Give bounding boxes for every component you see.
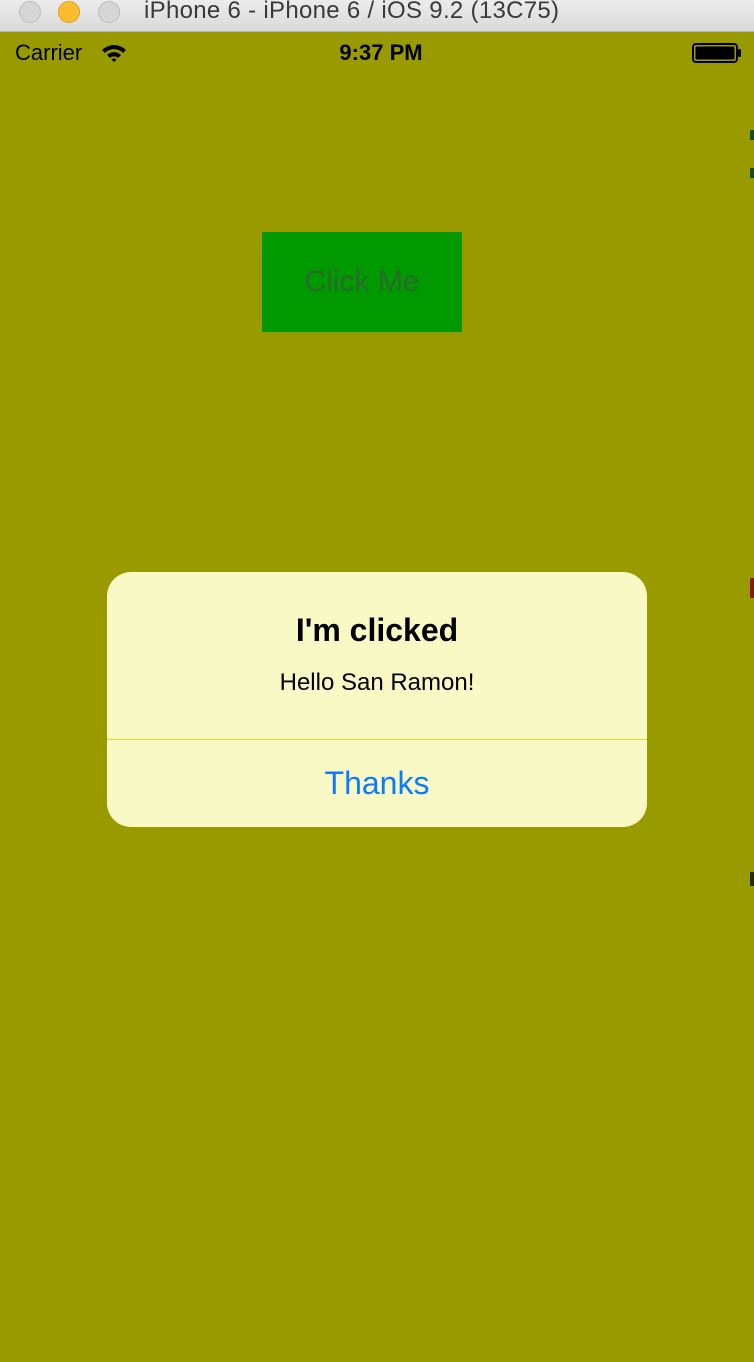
battery-icon <box>692 43 741 63</box>
thanks-button[interactable]: Thanks <box>107 740 647 827</box>
window-title: iPhone 6 - iPhone 6 / iOS 9.2 (13C75) <box>144 0 560 24</box>
background-window-edge <box>750 130 754 140</box>
status-time: 9:37 PM <box>339 40 423 65</box>
window-titlebar: iPhone 6 - iPhone 6 / iOS 9.2 (13C75) <box>0 0 754 32</box>
zoom-window-button[interactable] <box>98 1 120 23</box>
minimize-window-button[interactable] <box>58 1 80 23</box>
simulator-window: iPhone 6 - iPhone 6 / iOS 9.2 (13C75) Ca… <box>0 0 754 1362</box>
alert-message: Hello San Ramon! <box>279 669 475 696</box>
alert-title: I'm clicked <box>295 612 459 648</box>
background-window-edge <box>750 578 754 598</box>
click-me-button[interactable]: Click Me <box>262 232 462 332</box>
background-window-edge <box>750 872 754 886</box>
alert-dialog: I'm clicked Hello San Ramon! Thanks <box>107 572 647 827</box>
background-window-edge <box>750 168 754 178</box>
close-window-button[interactable] <box>19 1 41 23</box>
status-bar: Carrier 9:37 PM <box>0 32 754 72</box>
